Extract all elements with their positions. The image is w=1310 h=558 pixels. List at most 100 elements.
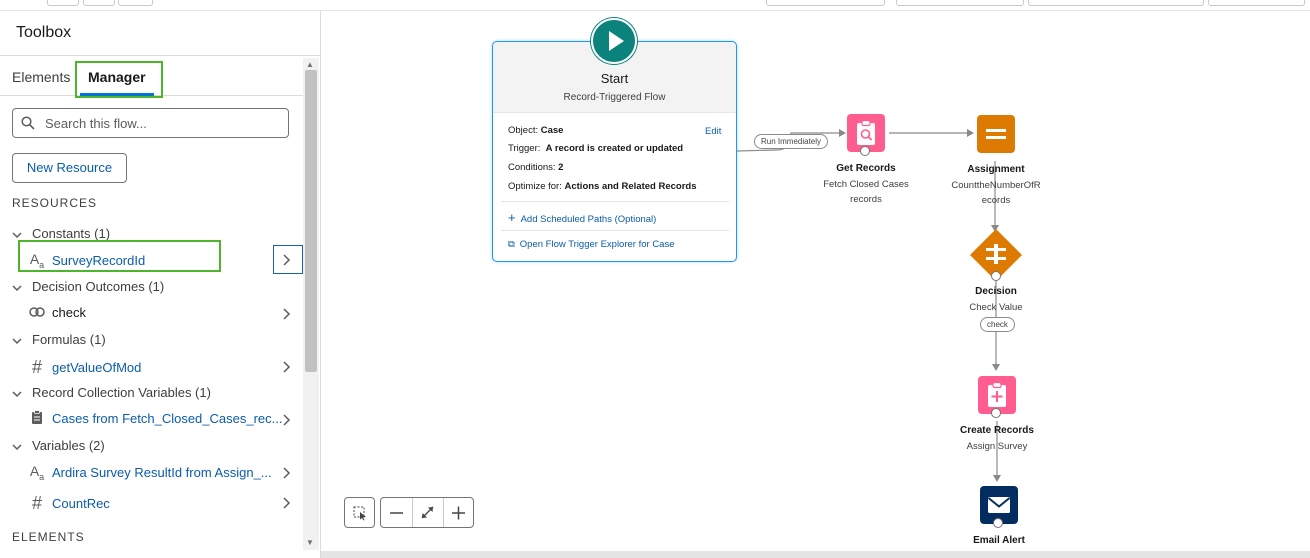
group-variables[interactable]: Variables (2) — [12, 438, 105, 453]
start-element-card[interactable]: Start Record-Triggered Flow Object: Case… — [492, 41, 737, 262]
toolbar-button[interactable] — [83, 0, 115, 6]
search-placeholder: Search this flow... — [45, 116, 147, 131]
number-icon: # — [31, 493, 42, 513]
node-connector-port[interactable] — [991, 408, 1001, 418]
fit-to-view-button[interactable] — [412, 498, 444, 527]
connector-label-check[interactable]: check — [980, 317, 1015, 332]
expand-icon — [421, 506, 434, 519]
marquee-select-icon — [353, 506, 366, 521]
group-label: Constants (1) — [32, 226, 111, 241]
node-connector-port[interactable] — [860, 146, 870, 156]
chevron-right-icon[interactable] — [281, 467, 291, 479]
chevron-right-icon[interactable] — [281, 308, 291, 320]
toolbar-button[interactable] — [766, 0, 885, 6]
group-label: Decision Outcomes (1) — [32, 279, 165, 294]
number-icon: # — [31, 357, 42, 377]
create-records-title: Create Records — [960, 425, 1034, 436]
horizontal-scrollbar[interactable] — [321, 551, 1310, 558]
equals-icon — [986, 129, 1006, 139]
scroll-down-icon[interactable]: ▼ — [306, 538, 314, 547]
group-label: Formulas (1) — [32, 332, 106, 347]
group-constants[interactable]: Constants (1) — [12, 226, 110, 241]
zoom-in-button[interactable] — [443, 498, 474, 527]
toolbar-button[interactable] — [1208, 0, 1305, 6]
resource-item-label: Cases from Fetch_Closed_Cases_rec... — [52, 411, 283, 427]
tab-elements[interactable]: Elements — [12, 69, 70, 85]
start-trigger-row: Trigger: A record is created or updated — [508, 143, 684, 154]
scrollbar-thumb[interactable] — [305, 70, 317, 372]
play-icon — [609, 31, 624, 51]
search-input[interactable]: Search this flow... — [12, 108, 289, 138]
toolbar-button[interactable] — [1028, 0, 1204, 6]
text-icon: Aa — [29, 463, 45, 482]
resource-item-label: check — [52, 305, 86, 321]
new-resource-button[interactable]: New Resource — [12, 153, 127, 183]
get-records-label: Fetch Closed Cases — [823, 179, 909, 190]
assignment-label-line2: ecords — [981, 195, 1011, 206]
clipboard-icon — [28, 410, 46, 427]
minus-icon — [390, 512, 403, 514]
start-object-row: Object: Case — [508, 125, 564, 136]
plus-icon — [452, 506, 465, 520]
new-window-icon: ⧉ — [508, 239, 515, 250]
outcome-icon — [28, 305, 46, 321]
chevron-right-icon — [283, 254, 291, 266]
chevron-down-icon — [12, 285, 22, 291]
chevron-right-icon[interactable] — [281, 497, 291, 509]
decision-title: Decision — [975, 286, 1017, 297]
zoom-out-button[interactable] — [381, 498, 413, 527]
resource-item-label: getValueOfMod — [52, 360, 142, 375]
group-decision-outcomes[interactable]: Decision Outcomes (1) — [12, 279, 164, 294]
chevron-down-icon — [12, 391, 22, 397]
decision-label: Check Value — [969, 302, 1023, 313]
chevron-down-icon — [12, 338, 22, 344]
node-connector-port[interactable] — [991, 271, 1001, 281]
node-connector-port[interactable] — [993, 518, 1003, 528]
resource-item[interactable]: check — [28, 304, 86, 321]
get-records-title: Get Records — [836, 163, 896, 174]
chevron-down-icon — [12, 444, 22, 450]
top-toolbar-strip — [0, 0, 1310, 11]
resource-item-label: CountRec — [52, 496, 110, 511]
highlight-box — [75, 61, 163, 98]
chevron-right-icon[interactable] — [281, 361, 291, 373]
chevron-down-icon — [12, 232, 22, 238]
start-optimize-row: Optimize for: Actions and Related Record… — [508, 181, 697, 192]
start-conditions-row: Conditions: 2 — [508, 162, 564, 173]
resource-item[interactable]: # getValueOfMod — [28, 357, 141, 378]
assignment-title: Assignment — [967, 164, 1025, 175]
start-title: Start — [600, 71, 629, 86]
toolbar-button[interactable] — [47, 0, 79, 6]
group-record-collection-variables[interactable]: Record Collection Variables (1) — [12, 385, 211, 400]
add-scheduled-paths-link[interactable]: + Add Scheduled Paths (Optional) — [508, 210, 656, 225]
toolbar-button[interactable] — [118, 0, 153, 6]
connector-label-run-immediately[interactable]: Run Immediately — [754, 134, 829, 149]
flow-connectors — [736, 129, 1001, 482]
divider — [0, 55, 320, 56]
elements-section-title: ELEMENTS — [12, 530, 85, 544]
scroll-up-icon[interactable]: ▲ — [306, 60, 314, 69]
divider — [501, 201, 729, 202]
open-flow-trigger-explorer-link[interactable]: ⧉ Open Flow Trigger Explorer for Case — [508, 239, 675, 250]
group-formulas[interactable]: Formulas (1) — [12, 332, 106, 347]
assignment-label: CounttheNumberOfR — [951, 180, 1041, 191]
chevron-right-icon[interactable] — [281, 414, 291, 426]
assignment-node-icon[interactable] — [977, 115, 1015, 153]
get-records-label-line2: records — [850, 194, 882, 205]
add-icon: + — [508, 210, 516, 225]
email-alert-title: Email Alert — [973, 535, 1025, 546]
create-records-label: Assign Survey — [966, 441, 1028, 452]
toolbar-button[interactable] — [896, 0, 1024, 6]
search-icon — [21, 116, 35, 130]
zoom-controls — [380, 497, 474, 528]
resource-item[interactable]: Cases from Fetch_Closed_Cases_rec... — [28, 410, 282, 427]
group-label: Variables (2) — [32, 438, 105, 453]
resource-item[interactable]: Aa Ardira Survey ResultId from Assign_... — [28, 463, 272, 482]
divider — [501, 230, 729, 231]
start-node-icon[interactable] — [591, 18, 637, 64]
resource-item[interactable]: # CountRec — [28, 493, 110, 514]
select-elements-button[interactable] — [344, 497, 375, 528]
edit-link[interactable]: Edit — [705, 126, 721, 137]
group-label: Record Collection Variables (1) — [32, 385, 211, 400]
toolbox-title: Toolbox — [16, 24, 72, 41]
